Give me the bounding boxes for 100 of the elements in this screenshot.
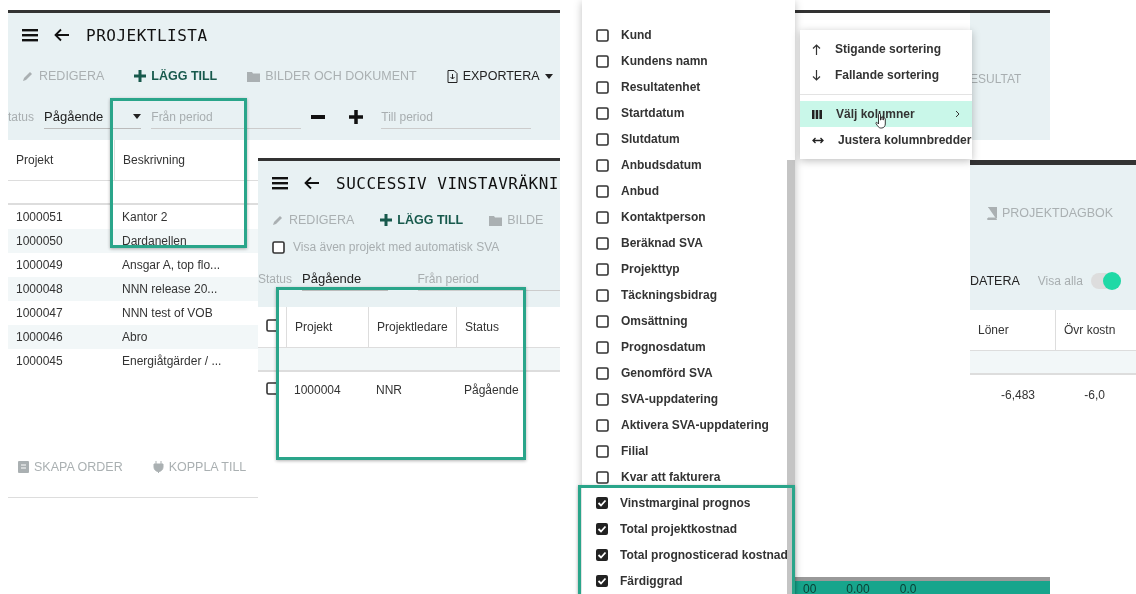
scrollbar[interactable]	[787, 160, 795, 594]
column-header[interactable]: Löner	[970, 323, 1055, 337]
column-header[interactable]: Projekt	[8, 153, 114, 167]
checkbox[interactable]	[596, 340, 609, 354]
document-download-icon	[446, 69, 458, 83]
page-title: PROJEKTLISTA	[86, 25, 208, 45]
page-title: SUCCESSIV VINSTAVRÄKNI	[336, 173, 559, 193]
toolbar-button[interactable]: EXPORTERA	[446, 69, 553, 83]
checkbox[interactable]	[596, 184, 609, 198]
checkbox[interactable]	[596, 444, 609, 458]
option-label: Anbud	[621, 184, 659, 198]
table-cell-text: 1000046	[15, 330, 64, 344]
checkbox[interactable]	[596, 549, 608, 561]
column-option[interactable]: Anbud	[582, 178, 795, 204]
column-header[interactable]: Övr kostn	[1055, 310, 1135, 350]
checkbox[interactable]	[596, 314, 609, 328]
checkbox[interactable]	[596, 392, 609, 406]
checkbox[interactable]	[596, 288, 609, 302]
checkbox[interactable]	[596, 418, 609, 432]
plus-icon[interactable]	[349, 110, 364, 124]
checkbox[interactable]	[266, 382, 279, 395]
table-cell-text: Ansgar A, top flo...	[121, 258, 222, 272]
status-dropdown[interactable]: Pågående	[302, 267, 388, 291]
status-dropdown[interactable]: Pågående	[44, 105, 142, 129]
column-option[interactable]: Kvar att fakturera	[582, 464, 795, 490]
chevron-right-icon	[955, 110, 960, 118]
table-cell-text: 1000050	[15, 234, 64, 248]
column-header[interactable]: Projekt	[286, 307, 368, 347]
menu-icon[interactable]	[22, 28, 38, 42]
status-label: tatus	[8, 110, 34, 124]
column-header[interactable]: Beskrivning	[114, 140, 240, 180]
table-cell-text: -6,0	[1083, 388, 1106, 402]
column-option[interactable]: Genomförd SVA	[582, 360, 795, 386]
column-option[interactable]: Färdiggrad	[582, 568, 795, 594]
menu-item[interactable]: Stigande sortering	[800, 36, 972, 62]
minus-icon[interactable]	[311, 115, 326, 119]
column-option[interactable]: Projekttyp	[582, 256, 795, 282]
checkbox[interactable]	[596, 80, 609, 94]
table-cell-text: 1000049	[15, 258, 64, 272]
back-arrow-icon[interactable]	[54, 28, 70, 42]
option-label: Kontaktperson	[621, 210, 706, 224]
menu-item[interactable]: Justera kolumnbredder	[800, 127, 972, 153]
option-label: Resultatenhet	[621, 80, 701, 94]
column-option[interactable]: Startdatum	[582, 100, 795, 126]
option-label: Anbudsdatum	[621, 158, 702, 172]
column-option[interactable]: Filial	[582, 438, 795, 464]
checkbox[interactable]	[272, 240, 285, 254]
pencil-icon	[22, 70, 34, 82]
column-option[interactable]: Kund	[582, 22, 795, 48]
checkbox[interactable]	[596, 210, 609, 224]
option-label: Filial	[621, 444, 649, 458]
table-cell-text: Pågående	[463, 383, 518, 397]
option-label: Genomförd SVA	[621, 366, 713, 380]
checkbox[interactable]	[596, 236, 609, 250]
column-option[interactable]: Vinstmarginal prognos	[582, 490, 795, 516]
table-cell-text: 1000004	[293, 383, 342, 397]
table-cell-text: Energiåtgärder / ...	[121, 354, 223, 368]
total-value: 00	[803, 582, 817, 594]
checkbox[interactable]	[596, 497, 608, 509]
column-option[interactable]: Aktivera SVA-uppdatering	[582, 412, 795, 438]
table-cell-text: NNN release 20...	[121, 282, 219, 296]
option-label: Vinstmarginal prognos	[620, 496, 751, 510]
column-option[interactable]: Kontaktperson	[582, 204, 795, 230]
plus-icon	[380, 214, 393, 226]
column-option[interactable]: Total prognosticerad kostnad	[582, 542, 795, 568]
column-option[interactable]: SVA-uppdatering	[582, 386, 795, 412]
back-arrow-icon[interactable]	[304, 176, 320, 190]
checkbox[interactable]	[596, 158, 609, 172]
menu-icon[interactable]	[272, 176, 288, 190]
column-header[interactable]: Projektledare	[368, 307, 456, 347]
column-option[interactable]: Total projektkostnad	[582, 516, 795, 542]
checkbox[interactable]	[596, 366, 609, 380]
checkbox[interactable]	[596, 262, 609, 276]
total-value: 0.0	[899, 582, 917, 594]
column-option[interactable]: Anbudsdatum	[582, 152, 795, 178]
column-option[interactable]: Omsättning	[582, 308, 795, 334]
option-label: Omsättning	[621, 314, 688, 328]
checkbox[interactable]	[596, 28, 609, 42]
column-option[interactable]: Kundens namn	[582, 48, 795, 74]
checkbox[interactable]	[596, 54, 609, 68]
toolbar-button[interactable]: LÄGG TILL	[134, 69, 218, 83]
checkbox[interactable]	[596, 470, 609, 484]
column-option[interactable]: Beräknad SVA	[582, 230, 795, 256]
menu-item[interactable]: Välj kolumner	[800, 101, 972, 127]
checkbox[interactable]	[596, 132, 609, 146]
column-header[interactable]: Status	[456, 307, 518, 347]
toolbar-button[interactable]: LÄGG TILL	[380, 213, 464, 227]
option-label: Kund	[621, 28, 652, 42]
column-option[interactable]: Täckningsbidrag	[582, 282, 795, 308]
checkbox[interactable]	[266, 319, 279, 332]
column-option[interactable]: Prognosdatum	[582, 334, 795, 360]
menu-item[interactable]: Fallande sortering	[800, 62, 972, 88]
column-option[interactable]: Slutdatum	[582, 126, 795, 152]
option-label: Slutdatum	[621, 132, 680, 146]
toolbar-button[interactable]: DATERA	[970, 274, 1020, 288]
checkbox[interactable]	[596, 523, 608, 535]
checkbox[interactable]	[596, 106, 609, 120]
column-option[interactable]: Resultatenhet	[582, 74, 795, 100]
checkbox[interactable]	[596, 575, 608, 587]
toggle-switch[interactable]	[1090, 273, 1121, 289]
